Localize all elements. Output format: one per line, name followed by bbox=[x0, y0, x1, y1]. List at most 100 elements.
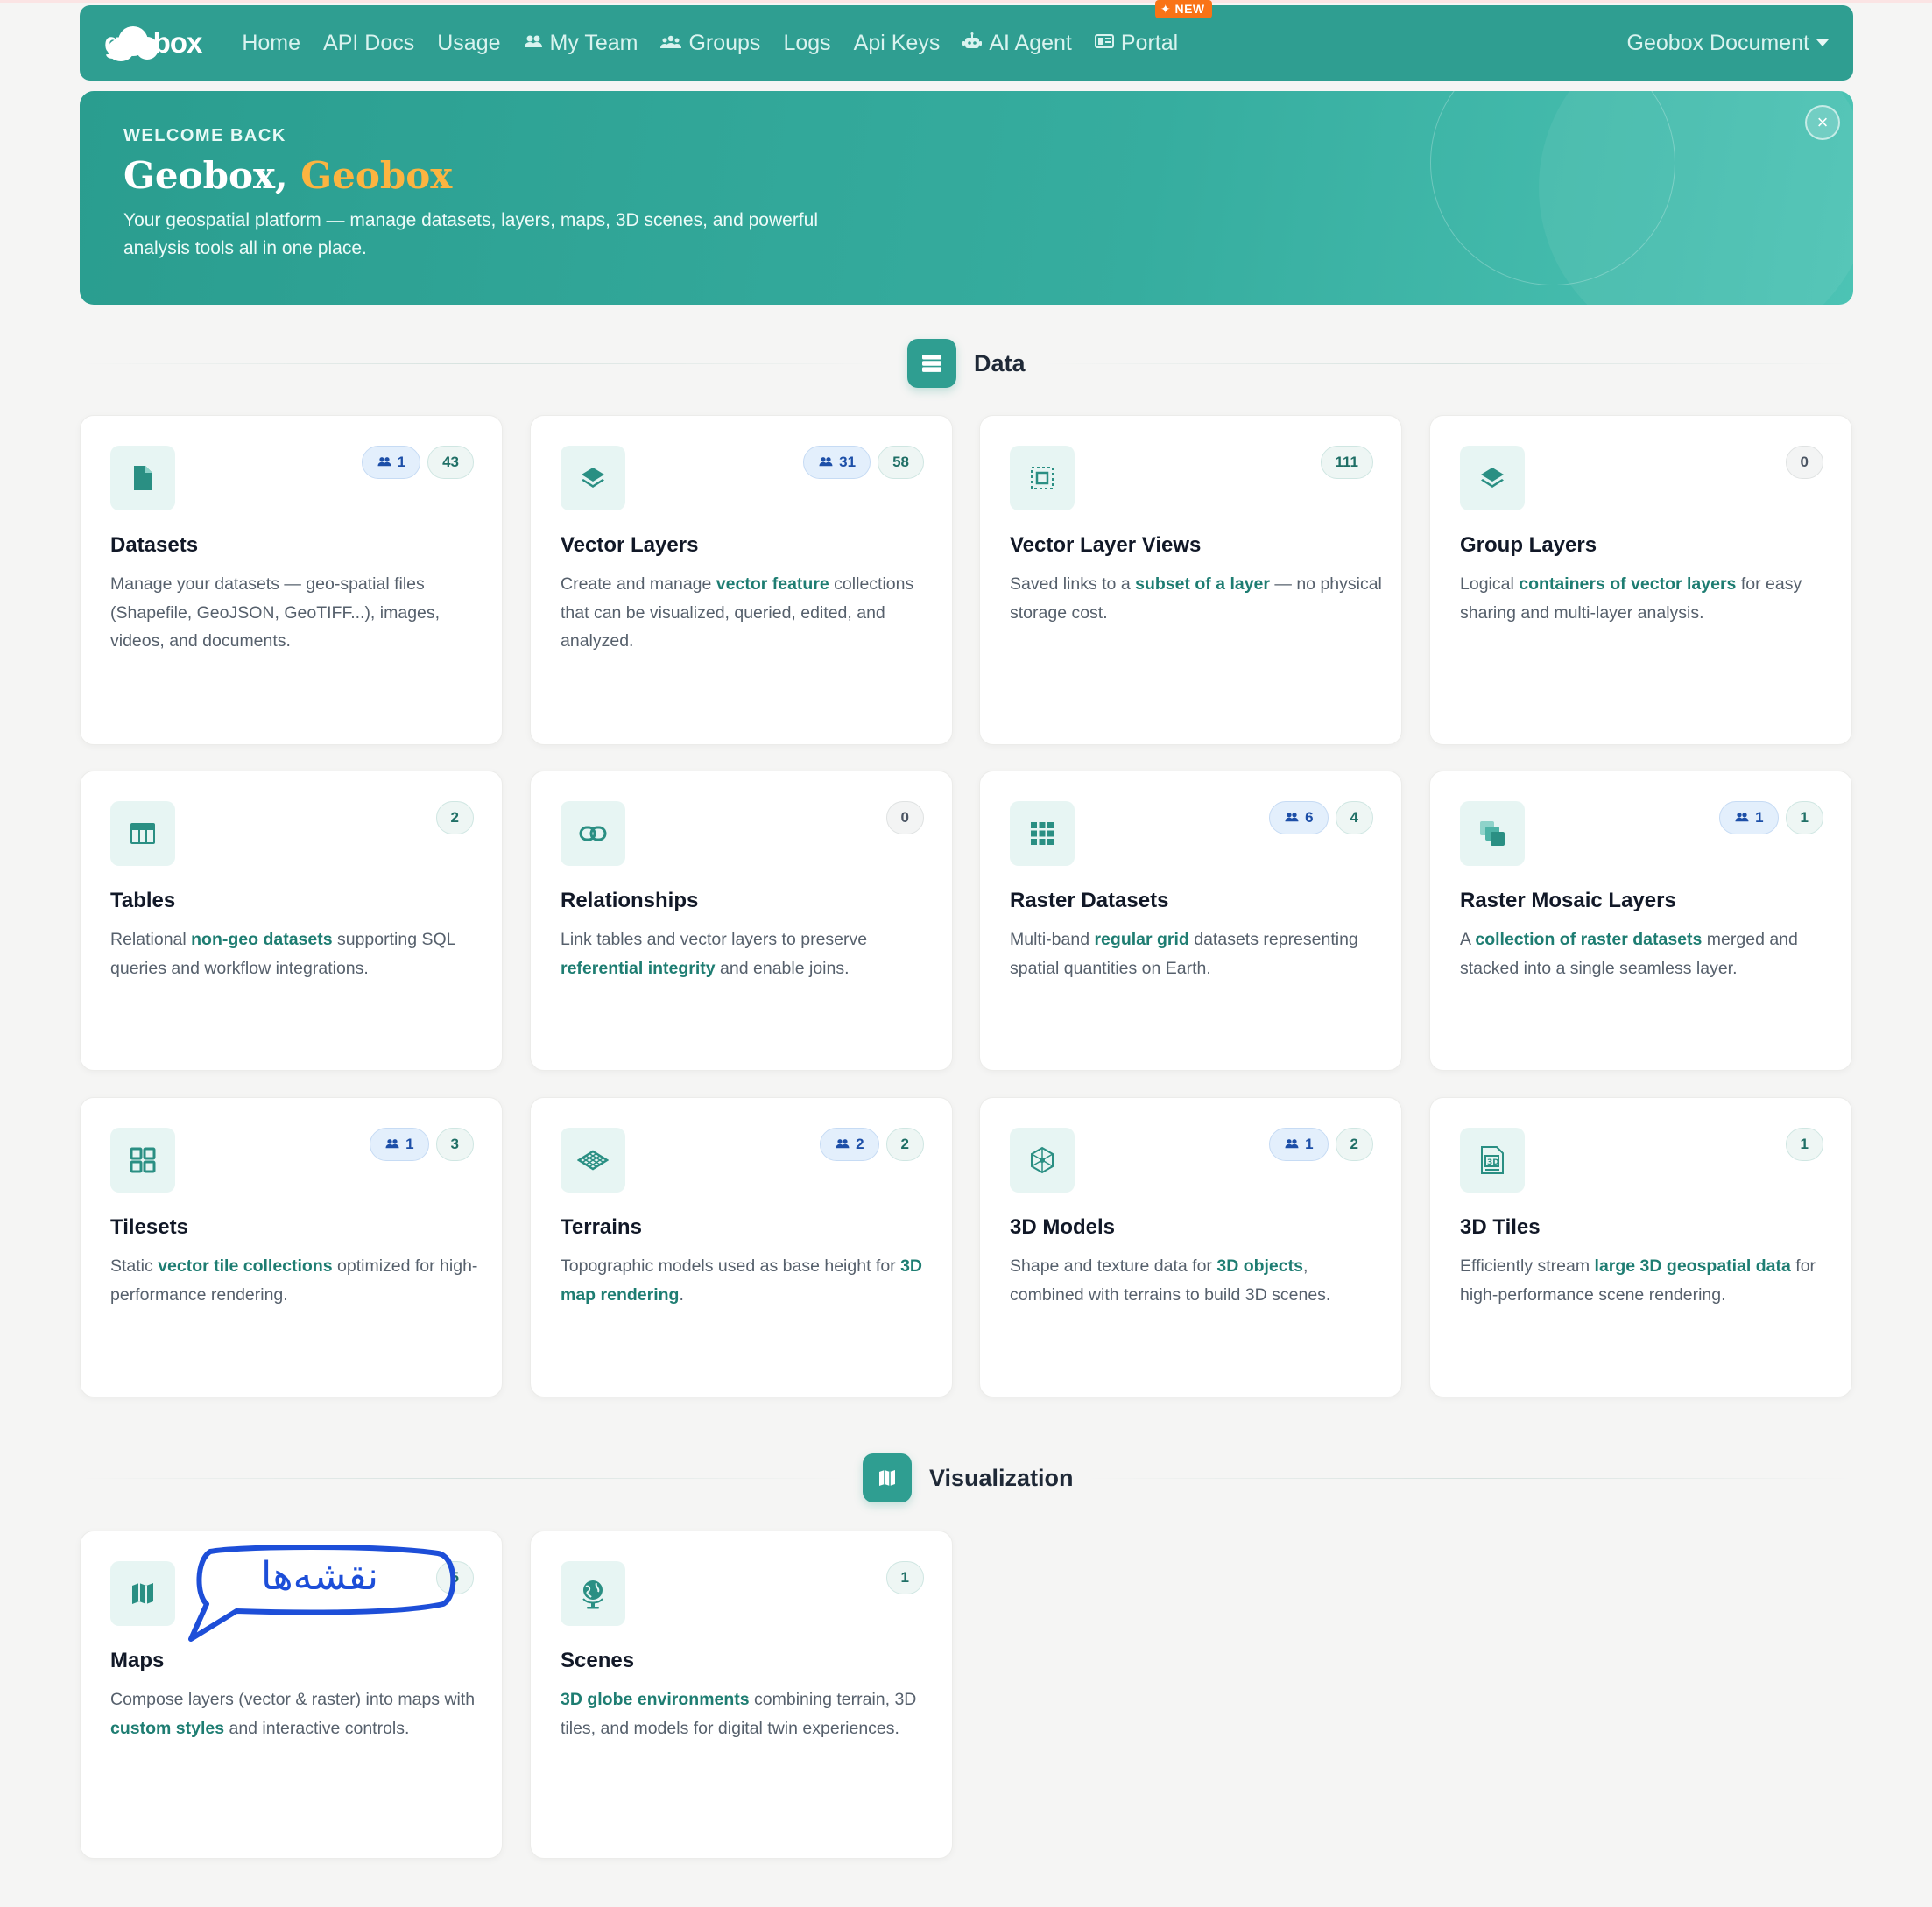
card-tilesets[interactable]: 1 3 Tilesets Static vector tile collections… bbox=[80, 1097, 503, 1397]
people-icon bbox=[384, 1137, 400, 1151]
nav-menu: Home API Docs Usage My Team Groups Logs … bbox=[242, 0, 1212, 56]
card-badges: 111 bbox=[1320, 446, 1373, 479]
desc-text: Topographic models used as base height f… bbox=[561, 1256, 901, 1276]
welcome-name-first: Geobox, bbox=[123, 154, 288, 197]
card-description: Saved links to a subset of a layer — no … bbox=[1010, 570, 1382, 627]
card-title: Scenes bbox=[561, 1649, 635, 1672]
groups-icon bbox=[660, 34, 682, 53]
cube-icon bbox=[1010, 1128, 1075, 1193]
nav-logs[interactable]: Logs bbox=[783, 31, 830, 56]
card-raster-datasets[interactable]: 6 4 Raster Datasets Multi-band regular grid… bbox=[979, 771, 1402, 1071]
nav-usage[interactable]: Usage bbox=[437, 31, 500, 56]
section-visualization-header: Visualization bbox=[80, 1453, 1853, 1502]
people-icon bbox=[835, 1137, 850, 1151]
team-count: 1 bbox=[1755, 809, 1764, 826]
card-vector-layer-views[interactable]: 111 Vector Layer Views Saved links to a su… bbox=[979, 415, 1402, 745]
card-badges: 1 bbox=[885, 1561, 924, 1594]
card-relationships[interactable]: 0 Relationships Link tables and vector lay… bbox=[530, 771, 953, 1071]
team-share-badge: 1 bbox=[1719, 801, 1779, 834]
card-description: Relational non-geo datasets supporting S… bbox=[110, 925, 483, 982]
close-icon: × bbox=[1816, 111, 1829, 133]
mosaic-icon bbox=[1460, 801, 1525, 866]
card-tables[interactable]: 2 Tables Relational non-geo datasets suppo… bbox=[80, 771, 503, 1071]
desc-text: Link tables and vector layers to preserv… bbox=[561, 930, 868, 949]
card-terrains[interactable]: 2 2 Terrains Topographic models used as bas… bbox=[530, 1097, 953, 1397]
desc-highlight: vector tile collections bbox=[158, 1256, 333, 1276]
card-vector-layers[interactable]: 31 58 Vector Layers Create and manage vecto… bbox=[530, 415, 953, 745]
card-title: Relationships bbox=[561, 889, 699, 912]
map-icon bbox=[863, 1453, 912, 1502]
desc-text: Relational bbox=[110, 930, 192, 949]
card-scenes[interactable]: 1 Scenes 3D globe environments combining t… bbox=[530, 1531, 953, 1859]
nav-api-docs-label: API Docs bbox=[323, 30, 415, 55]
geobox-logo[interactable]: geobox bbox=[104, 23, 202, 63]
nav-ai-agent[interactable]: AI Agent bbox=[962, 31, 1072, 56]
card-badges: 2 bbox=[435, 801, 474, 834]
desc-highlight: vector feature bbox=[716, 574, 829, 594]
account-label: Geobox Document bbox=[1626, 30, 1809, 55]
card-description: Logical containers of vector layers for … bbox=[1460, 570, 1832, 627]
desc-highlight: 3D objects bbox=[1216, 1256, 1303, 1276]
desc-text: Manage your datasets — geo-spatial files… bbox=[110, 574, 441, 651]
card-badges: 11 bbox=[1719, 801, 1823, 834]
welcome-title: Geobox, Geobox bbox=[123, 154, 452, 197]
welcome-eyebrow: WELCOME BACK bbox=[123, 126, 286, 145]
team-count: 1 bbox=[397, 454, 406, 470]
desc-text: Compose layers (vector & raster) into ma… bbox=[110, 1690, 476, 1709]
card-description: Multi-band regular grid datasets represe… bbox=[1010, 925, 1382, 982]
nav-portal[interactable]: Portal ✦ NEW bbox=[1094, 0, 1212, 56]
team-share-badge: 31 bbox=[803, 446, 871, 479]
nav-groups[interactable]: Groups bbox=[660, 31, 760, 56]
card-3d-tiles[interactable]: 3D 1 3D Tiles Efficiently stream large 3D g… bbox=[1429, 1097, 1852, 1397]
card-description: Compose layers (vector & raster) into ma… bbox=[110, 1685, 483, 1742]
card-datasets[interactable]: 1 43 Datasets Manage your datasets — geo-sp… bbox=[80, 415, 503, 745]
nav-home[interactable]: Home bbox=[242, 31, 300, 56]
nav-my-team[interactable]: My Team bbox=[524, 31, 638, 56]
desc-highlight: large 3D geospatial data bbox=[1594, 1256, 1791, 1276]
globe-icon bbox=[561, 1561, 625, 1626]
account-dropdown[interactable]: Geobox Document bbox=[1627, 31, 1829, 56]
nav-groups-label: Groups bbox=[688, 30, 761, 55]
terrain-icon bbox=[561, 1128, 625, 1193]
tileset-icon bbox=[110, 1128, 175, 1193]
count-badge: 1 bbox=[1785, 1128, 1823, 1161]
card-badges: 0 bbox=[1785, 446, 1823, 479]
card-description: Link tables and vector layers to preserv… bbox=[561, 925, 933, 982]
nav-api-keys[interactable]: Api Keys bbox=[854, 31, 941, 56]
nav-ai-agent-label: AI Agent bbox=[989, 30, 1072, 55]
group-layers-icon bbox=[1460, 446, 1525, 510]
count-badge: 1 bbox=[1785, 801, 1823, 834]
robot-icon bbox=[962, 32, 983, 54]
link-icon bbox=[561, 801, 625, 866]
svg-text:3D: 3D bbox=[1487, 1158, 1499, 1167]
card-3d-models[interactable]: 1 2 3D Models Shape and texture data for 3D… bbox=[979, 1097, 1402, 1397]
people-icon bbox=[818, 455, 834, 469]
card-badges: 31 58 bbox=[803, 446, 924, 479]
card-badges: 0 bbox=[885, 801, 924, 834]
card-badges: 64 bbox=[1269, 801, 1373, 834]
card-description: Efficiently stream large 3D geospatial d… bbox=[1460, 1252, 1832, 1309]
card-title: Datasets bbox=[110, 533, 199, 557]
desc-highlight: containers of vector layers bbox=[1519, 574, 1737, 594]
caret-down-icon bbox=[1816, 39, 1829, 46]
card-group-layers[interactable]: 0 Group Layers Logical containers of vecto… bbox=[1429, 415, 1852, 745]
card-title: Vector Layers bbox=[561, 533, 699, 557]
3d-tiles-icon: 3D bbox=[1460, 1128, 1525, 1193]
card-description: 3D globe environments combining terrain,… bbox=[561, 1685, 933, 1742]
count-badge: 1 bbox=[885, 1561, 924, 1594]
count-badge: 4 bbox=[1335, 801, 1373, 834]
count-badge: 0 bbox=[1785, 446, 1823, 479]
nav-usage-label: Usage bbox=[437, 30, 501, 55]
team-share-badge: 1 bbox=[370, 1128, 429, 1161]
card-badges: 1 bbox=[1785, 1128, 1823, 1161]
section-visualization-label: Visualization bbox=[863, 1453, 1074, 1502]
card-title: Tables bbox=[110, 889, 176, 912]
count-badge: 2 bbox=[1335, 1128, 1373, 1161]
desc-highlight: non-geo datasets bbox=[191, 930, 333, 949]
close-banner-button[interactable]: × bbox=[1805, 105, 1840, 140]
team-share-badge: 2 bbox=[820, 1128, 879, 1161]
nav-api-docs[interactable]: API Docs bbox=[323, 31, 414, 56]
card-description: A collection of raster datasets merged a… bbox=[1460, 925, 1832, 982]
card-raster-mosaic-layers[interactable]: 1 1 Raster Mosaic Layers A collection of ra… bbox=[1429, 771, 1852, 1071]
new-badge: ✦ NEW bbox=[1154, 0, 1212, 18]
